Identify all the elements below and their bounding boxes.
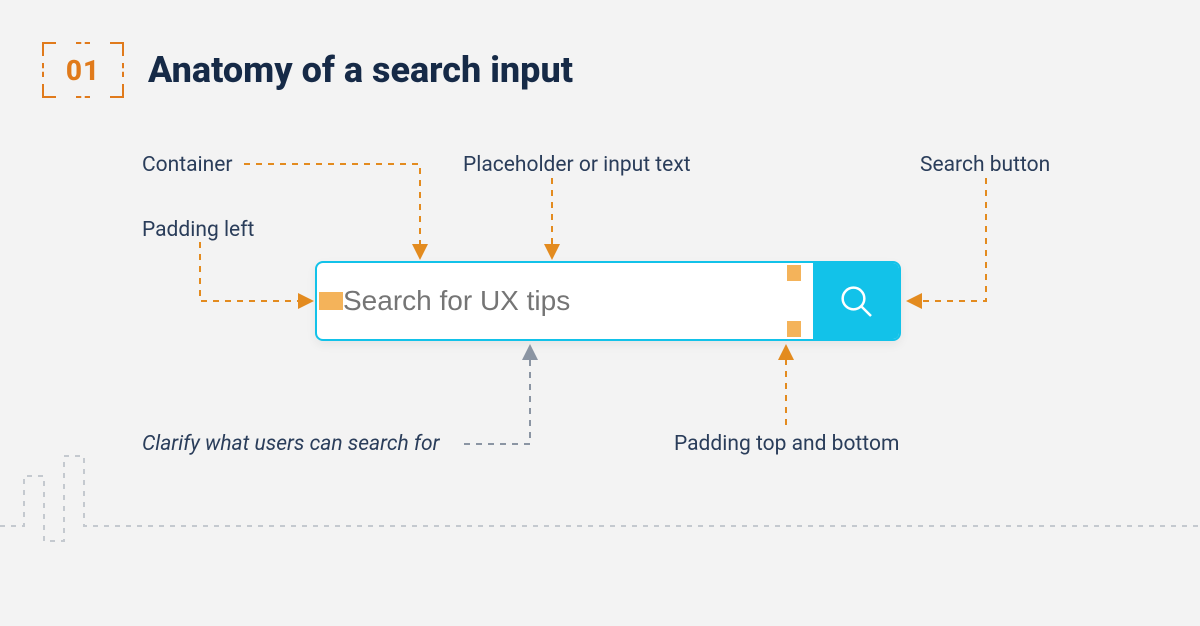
label-placeholder: Placeholder or input text (463, 153, 691, 177)
search-icon (836, 281, 876, 321)
section-number-badge: 01 (42, 42, 124, 98)
search-container (315, 261, 901, 341)
decorative-wave (0, 446, 1200, 566)
diagram-header: 01 Anatomy of a search input (42, 42, 573, 98)
padding-top-marker (787, 265, 801, 281)
label-search-button: Search button (920, 153, 1050, 177)
diagram-title: Anatomy of a search input (148, 49, 573, 91)
section-number: 01 (66, 54, 100, 87)
padding-bottom-marker (787, 321, 801, 337)
label-padding-left: Padding left (142, 218, 254, 242)
search-input[interactable] (317, 263, 813, 339)
label-clarify: Clarify what users can search for (142, 432, 439, 456)
label-container: Container (142, 153, 233, 177)
search-button[interactable] (813, 263, 899, 339)
label-padding-tb: Padding top and bottom (674, 432, 899, 456)
padding-left-marker (319, 292, 343, 310)
